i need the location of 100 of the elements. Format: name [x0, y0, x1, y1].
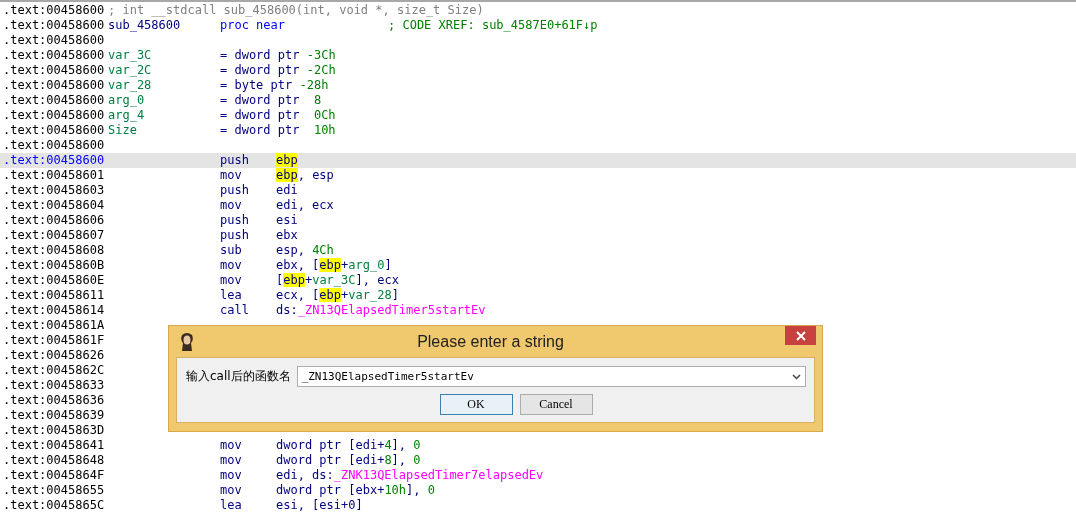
operand-text: ebp: [283, 273, 305, 287]
mnemonic-text: mov: [220, 468, 242, 482]
operand-text: edi: [276, 183, 298, 197]
mnemonic-text: sub: [220, 243, 242, 257]
operand-text: 0Ch: [313, 108, 336, 122]
mnemonic-text: mov: [220, 168, 242, 182]
operand-text: = dword ptr: [220, 48, 301, 62]
listing-row[interactable]: .text:00458606 push esi: [0, 213, 1076, 228]
operand-text: -28h: [299, 78, 329, 92]
address-text: .text:00458603: [3, 183, 106, 198]
label-text: Size: [108, 123, 137, 137]
mnemonic-text: lea: [220, 288, 242, 302]
field-label: 输入call后的函数名: [186, 368, 291, 385]
listing-row[interactable]: .text:00458600 ; int __stdcall sub_458600(int, void *, size_t Size): [0, 3, 1076, 18]
address-text: .text:00458600: [3, 123, 106, 138]
operand-text: = byte ptr: [220, 78, 294, 92]
operand-text: ebp: [276, 153, 298, 167]
portrait-icon: [178, 331, 196, 352]
operand-text: = dword ptr: [220, 63, 301, 77]
operand-text: ],: [406, 483, 422, 497]
listing-row[interactable]: .text:00458600 push ebp: [0, 153, 1076, 168]
mnemonic-text: mov: [220, 273, 242, 287]
listing-row[interactable]: .text:0045865C lea esi, [esi+0]: [0, 498, 1076, 513]
listing-row[interactable]: .text:00458600 Size = dword ptr 10h: [0, 123, 1076, 138]
address-text: .text:0045860E: [3, 273, 106, 288]
operand-text: arg_0: [348, 258, 385, 272]
mnemonic-text: mov: [220, 453, 242, 467]
listing-row[interactable]: .text:00458603 push edi: [0, 183, 1076, 198]
listing-row[interactable]: .text:00458600: [0, 33, 1076, 48]
listing-row[interactable]: .text:00458600 arg_4 = dword ptr 0Ch: [0, 108, 1076, 123]
mnemonic-text: mov: [220, 258, 242, 272]
mnemonic-text: lea: [220, 498, 242, 512]
operand-text: ebx, [: [276, 258, 320, 272]
address-text: .text:00458600: [3, 138, 106, 153]
address-text: .text:00458600: [3, 93, 106, 108]
operand-text: _ZN13QElapsedTimer5startEv: [297, 303, 486, 317]
listing-row[interactable]: .text:00458600 sub_458600 proc near ; CODE XREF: sub_4587E0+61F↓p: [0, 18, 1076, 33]
listing-row[interactable]: .text:00458608 sub esp, 4Ch: [0, 243, 1076, 258]
label-text: arg_4: [108, 108, 145, 122]
address-text: .text:0045865C: [3, 498, 106, 513]
mnemonic-text: call: [220, 303, 249, 317]
cancel-button[interactable]: Cancel: [519, 394, 593, 415]
operand-text: ]: [391, 288, 399, 302]
listing-row[interactable]: .text:00458614 call ds:_ZN13QElapsedTimer5startEv: [0, 303, 1076, 318]
listing-row[interactable]: .text:00458600 arg_0 = dword ptr 8: [0, 93, 1076, 108]
listing-row[interactable]: .text:00458601 mov ebp, esp: [0, 168, 1076, 183]
listing-row[interactable]: .text:00458604 mov edi, ecx: [0, 198, 1076, 213]
operand-text: 8: [384, 453, 392, 467]
address-text: .text:00458614: [3, 303, 106, 318]
operand-text: = dword ptr: [220, 123, 301, 137]
function-name-combobox[interactable]: _ZN13QElapsedTimer5startEv: [296, 366, 806, 387]
mnemonic-text: mov: [220, 198, 242, 212]
ok-button[interactable]: OK: [439, 394, 513, 415]
operand-text: [: [276, 273, 284, 287]
address-text: .text:00458648: [3, 453, 106, 468]
prototype-comment: ; int __stdcall sub_458600(int, void *, size_t Size): [108, 3, 484, 18]
label-text: var_2C: [108, 63, 152, 77]
label-text: var_3C: [108, 48, 152, 62]
operand-text: ], ecx: [355, 273, 399, 287]
operand-text: 4: [384, 438, 392, 452]
listing-row[interactable]: .text:00458648 mov dword ptr [edi+8], 0: [0, 453, 1076, 468]
operand-text: 10h: [313, 123, 336, 137]
listing-row[interactable]: .text:00458641 mov dword ptr [edi+4], 0: [0, 438, 1076, 453]
listing-row[interactable]: .text:00458655 mov dword ptr [ebx+10h], 0: [0, 483, 1076, 498]
operand-text: proc near: [220, 18, 286, 32]
address-text: .text:00458655: [3, 483, 106, 498]
listing-row[interactable]: .text:00458600 var_3C = dword ptr -3Ch: [0, 48, 1076, 63]
operand-text: dword ptr [edi+: [276, 438, 385, 452]
mnemonic-text: push: [220, 228, 249, 242]
operand-text: = dword ptr: [220, 108, 301, 122]
address-text: .text:00458600: [3, 63, 106, 78]
address-text: .text:00458600: [3, 48, 106, 63]
listing-row[interactable]: .text:00458607 push ebx: [0, 228, 1076, 243]
label-text: sub_458600: [108, 18, 181, 32]
operand-text: esi: [276, 213, 298, 227]
operand-text: -2Ch: [306, 63, 336, 77]
listing-row[interactable]: .text:00458600: [0, 138, 1076, 153]
close-button[interactable]: [785, 326, 816, 345]
address-text: .text:00458607: [3, 228, 106, 243]
address-text: .text:00458639: [3, 408, 106, 423]
address-text: .text:0045860B: [3, 258, 106, 273]
operand-text: 0: [427, 483, 435, 497]
listing-row[interactable]: .text:00458600 var_2C = dword ptr -2Ch: [0, 63, 1076, 78]
operand-text: ]: [384, 258, 392, 272]
operand-text: 0: [413, 453, 421, 467]
operand-text: dword ptr [ebx+: [276, 483, 385, 497]
dropdown-icon: [792, 373, 801, 380]
operand-text: ],: [391, 438, 408, 452]
operand-text: -3Ch: [306, 48, 336, 62]
label-text: var_28: [108, 78, 152, 92]
operand-text: = dword ptr: [220, 93, 301, 107]
address-text: .text:00458611: [3, 288, 106, 303]
listing-row[interactable]: .text:0045864F mov edi, ds:_ZNK13QElapsedTimer7elapsedEv: [0, 468, 1076, 483]
label-text: arg_0: [108, 93, 145, 107]
operand-text: _ZNK13QElapsedTimer7elapsedEv: [333, 468, 544, 482]
operand-text: ebx: [276, 228, 298, 242]
address-text: .text:00458606: [3, 213, 106, 228]
operand-text: +: [341, 288, 349, 302]
mnemonic-text: push: [220, 213, 249, 227]
listing-row[interactable]: .text:00458600 var_28 = byte ptr -28h: [0, 78, 1076, 93]
